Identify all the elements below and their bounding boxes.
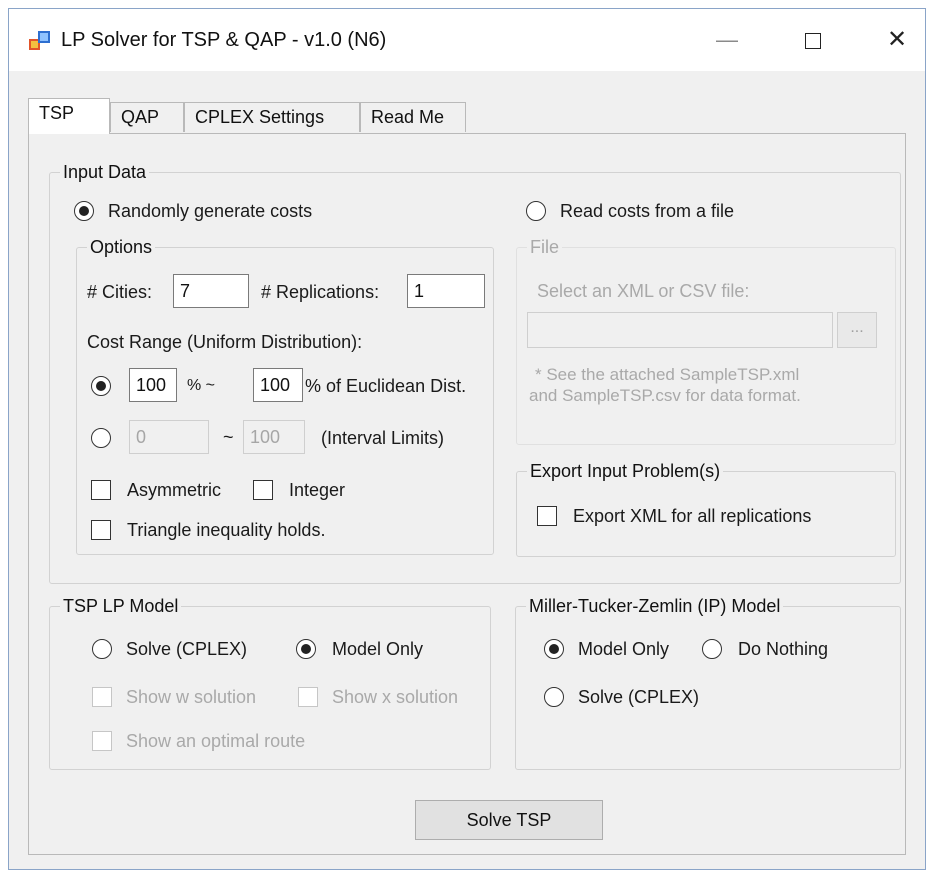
app-icon bbox=[29, 31, 50, 50]
window-title: LP Solver for TSP & QAP - v1.0 (N6) bbox=[61, 29, 387, 51]
file-legend: File bbox=[527, 236, 563, 258]
euclidean-suffix-label: % of Euclidean Dist. bbox=[305, 376, 467, 396]
tsp-lp-model-group: TSP LP Model Solve (CPLEX) Model Only Sh… bbox=[49, 595, 491, 770]
browse-button[interactable]: ... bbox=[837, 312, 877, 348]
interval-low-input[interactable]: 0 bbox=[129, 420, 209, 454]
show-w-checkbox[interactable] bbox=[92, 687, 112, 707]
show-x-label[interactable]: Show x solution bbox=[332, 686, 458, 708]
export-xml-label[interactable]: Export XML for all replications bbox=[573, 505, 811, 527]
percent-high-input[interactable]: 100 bbox=[253, 368, 303, 402]
show-route-checkbox[interactable] bbox=[92, 731, 112, 751]
interval-high-input[interactable]: 100 bbox=[243, 420, 305, 454]
replications-input[interactable]: 1 bbox=[407, 274, 485, 308]
mtz-solve-cplex-radio[interactable] bbox=[544, 687, 564, 707]
integer-label[interactable]: Integer bbox=[289, 479, 345, 501]
random-costs-radio[interactable] bbox=[74, 201, 94, 221]
show-route-label[interactable]: Show an optimal route bbox=[126, 730, 305, 752]
solve-tsp-button[interactable]: Solve TSP bbox=[415, 800, 603, 840]
options-legend: Options bbox=[87, 236, 156, 258]
cities-label: # Cities: bbox=[87, 282, 153, 302]
percent-low-input[interactable]: 100 bbox=[129, 368, 177, 402]
show-w-label[interactable]: Show w solution bbox=[126, 686, 256, 708]
mtz-model-only-label[interactable]: Model Only bbox=[578, 638, 669, 660]
integer-checkbox[interactable] bbox=[253, 480, 273, 500]
interval-range-radio[interactable] bbox=[91, 428, 111, 448]
tsp-model-only-label[interactable]: Model Only bbox=[332, 638, 423, 660]
options-group: Options # Cities: 7 # Replications: 1 Co… bbox=[76, 236, 494, 555]
tsp-solve-cplex-label[interactable]: Solve (CPLEX) bbox=[126, 638, 247, 660]
interval-separator: ~ bbox=[223, 427, 234, 447]
tab-qap[interactable]: QAP bbox=[110, 102, 184, 132]
tsp-model-only-radio[interactable] bbox=[296, 639, 316, 659]
mtz-do-nothing-label[interactable]: Do Nothing bbox=[738, 638, 828, 660]
tsp-lp-model-legend: TSP LP Model bbox=[60, 595, 182, 617]
tab-read-me[interactable]: Read Me bbox=[360, 102, 466, 132]
percent-separator: % ~ bbox=[187, 377, 216, 394]
cities-input[interactable]: 7 bbox=[173, 274, 249, 308]
tab-cplex-settings[interactable]: CPLEX Settings bbox=[184, 102, 360, 132]
file-format-note-line2: and SampleTSP.csv for data format. bbox=[529, 386, 801, 405]
asymmetric-checkbox[interactable] bbox=[91, 480, 111, 500]
cost-range-label: Cost Range (Uniform Distribution): bbox=[87, 332, 363, 352]
random-costs-label[interactable]: Randomly generate costs bbox=[108, 200, 312, 222]
mtz-model-group: Miller-Tucker-Zemlin (IP) Model Model On… bbox=[515, 595, 901, 770]
show-x-checkbox[interactable] bbox=[298, 687, 318, 707]
maximize-button[interactable] bbox=[791, 23, 835, 57]
triangle-inequality-checkbox[interactable] bbox=[91, 520, 111, 540]
file-format-note-line1: * See the attached SampleTSP.xml bbox=[535, 365, 800, 384]
triangle-inequality-label[interactable]: Triangle inequality holds. bbox=[127, 519, 325, 541]
tsp-tab-panel: Input Data Randomly generate costs Read … bbox=[28, 133, 906, 855]
tab-tsp[interactable]: TSP bbox=[28, 98, 110, 134]
mtz-model-only-radio[interactable] bbox=[544, 639, 564, 659]
file-prompt-label: Select an XML or CSV file: bbox=[537, 281, 750, 301]
file-costs-radio[interactable] bbox=[526, 201, 546, 221]
percent-range-radio[interactable] bbox=[91, 376, 111, 396]
mtz-solve-cplex-label[interactable]: Solve (CPLEX) bbox=[578, 686, 699, 708]
close-button[interactable]: ✕ bbox=[875, 23, 919, 57]
file-group: File Select an XML or CSV file: ... * Se… bbox=[516, 236, 896, 445]
replications-label: # Replications: bbox=[261, 282, 380, 302]
mtz-do-nothing-radio[interactable] bbox=[702, 639, 722, 659]
file-path-input[interactable] bbox=[527, 312, 833, 348]
file-costs-label[interactable]: Read costs from a file bbox=[560, 200, 734, 222]
tsp-solve-cplex-radio[interactable] bbox=[92, 639, 112, 659]
title-bar: LP Solver for TSP & QAP - v1.0 (N6) — ✕ bbox=[9, 9, 925, 71]
input-data-group: Input Data Randomly generate costs Read … bbox=[49, 161, 901, 584]
interval-limits-label: (Interval Limits) bbox=[321, 428, 445, 448]
maximize-icon bbox=[805, 33, 821, 50]
input-data-legend: Input Data bbox=[60, 161, 150, 183]
minimize-button[interactable]: — bbox=[705, 23, 749, 57]
asymmetric-label[interactable]: Asymmetric bbox=[127, 479, 221, 501]
export-legend: Export Input Problem(s) bbox=[527, 460, 724, 482]
mtz-model-legend: Miller-Tucker-Zemlin (IP) Model bbox=[526, 595, 784, 617]
export-xml-checkbox[interactable] bbox=[537, 506, 557, 526]
export-group: Export Input Problem(s) Export XML for a… bbox=[516, 460, 896, 557]
